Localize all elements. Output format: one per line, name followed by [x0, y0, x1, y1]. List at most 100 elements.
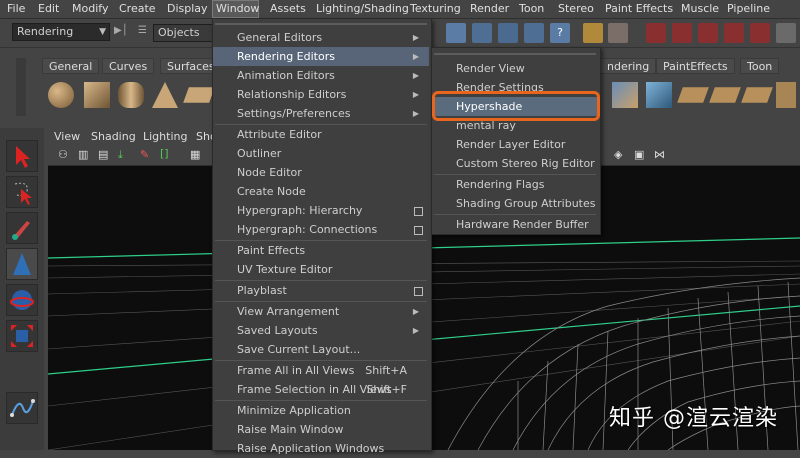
submenu-item-rendering-flags[interactable]: Rendering Flags: [432, 175, 598, 194]
menu-item-paint-effects[interactable]: Paint Effects: [213, 241, 429, 260]
panel-menu-view[interactable]: View: [54, 128, 80, 145]
panel-menu-lighting[interactable]: Lighting: [143, 128, 187, 145]
menu-item-label: Playblast: [237, 284, 287, 297]
snap-view-icon[interactable]: [524, 23, 544, 43]
menu-file[interactable]: File: [4, 0, 28, 18]
cube-icon[interactable]: [84, 82, 110, 108]
menu-item-playblast[interactable]: Playblast: [213, 281, 429, 300]
menu-item-label: Animation Editors: [237, 69, 335, 82]
menu-display[interactable]: Display: [164, 0, 211, 18]
menu-muscle[interactable]: Muscle: [678, 0, 722, 18]
menu-item-saved-layouts[interactable]: Saved Layouts ▶: [213, 321, 429, 340]
panel-menu-shading[interactable]: Shading: [91, 128, 136, 145]
magnet-icon[interactable]: [646, 23, 666, 43]
menu-item-hypergraph-hierarchy[interactable]: Hypergraph: Hierarchy: [213, 201, 429, 220]
magnet-point-icon[interactable]: [698, 23, 718, 43]
menu-item-animation-editors[interactable]: Animation Editors ▶: [213, 66, 429, 85]
shelf-tab-rendering[interactable]: ndering: [600, 58, 657, 74]
menu-item-frame-selection[interactable]: Frame Selection in All Views Shift+F: [213, 380, 429, 399]
menu-create[interactable]: Create: [116, 0, 159, 18]
magnet-live-icon[interactable]: [750, 23, 770, 43]
menu-modify[interactable]: Modify: [69, 0, 111, 18]
selection-dropdown[interactable]: Objects: [153, 24, 213, 42]
image-plane-icon[interactable]: ▤: [98, 148, 108, 161]
menu-texturing[interactable]: Texturing: [407, 0, 464, 18]
resolution-gate-icon[interactable]: []: [160, 147, 169, 160]
snap-point-icon[interactable]: [498, 23, 518, 43]
move-tool-icon[interactable]: [6, 248, 38, 280]
scale-tool-icon[interactable]: [6, 320, 38, 352]
menu-assets[interactable]: Assets: [267, 0, 309, 18]
submenu-item-hardware-render-buffer[interactable]: Hardware Render Buffer: [432, 215, 598, 234]
menu-stereo[interactable]: Stereo: [555, 0, 597, 18]
option-box-icon[interactable]: [414, 287, 423, 296]
shelf-tab-curves[interactable]: Curves: [102, 58, 155, 74]
collapse-icon[interactable]: ▶│: [114, 25, 128, 36]
lasso-tool-icon[interactable]: [6, 176, 38, 208]
xray-icon[interactable]: ▣: [634, 148, 644, 161]
material-icon[interactable]: [612, 82, 638, 108]
menu-edit[interactable]: Edit: [35, 0, 62, 18]
submenu-item-render-layer-editor[interactable]: Render Layer Editor: [432, 135, 598, 154]
menu-item-outliner[interactable]: Outliner: [213, 144, 429, 163]
menu-item-frame-all[interactable]: Frame All in All Views Shift+A: [213, 361, 429, 380]
menu-lighting-shading[interactable]: Lighting/Shading: [313, 0, 412, 18]
menu-tearoff[interactable]: [434, 53, 596, 55]
render-icon[interactable]: [776, 23, 796, 43]
history-icon[interactable]: [608, 23, 628, 43]
submenu-item-shading-group-attributes[interactable]: Shading Group Attributes: [432, 194, 598, 213]
camera-icon[interactable]: ⚇: [58, 148, 68, 161]
snap-grid-icon[interactable]: [446, 23, 466, 43]
shelf-tab-toon[interactable]: Toon: [740, 58, 780, 74]
magnet-surface-icon[interactable]: [724, 23, 744, 43]
option-box-icon[interactable]: [414, 207, 423, 216]
paint-select-tool-icon[interactable]: [6, 212, 38, 244]
submenu-item-custom-stereo-rig-editor[interactable]: Custom Stereo Rig Editor: [432, 154, 598, 173]
shading-mode-icon[interactable]: ◈: [614, 148, 622, 161]
selection-mode-icon[interactable]: ☰: [138, 25, 147, 36]
menu-item-node-editor[interactable]: Node Editor: [213, 163, 429, 182]
menu-item-relationship-editors[interactable]: Relationship Editors ▶: [213, 85, 429, 104]
menu-item-hypergraph-connections[interactable]: Hypergraph: Connections: [213, 220, 429, 239]
bookmark-icon[interactable]: ▥: [78, 148, 88, 161]
help-icon[interactable]: ?: [550, 23, 570, 43]
sphere-icon[interactable]: [48, 82, 74, 108]
menu-item-save-current-layout[interactable]: Save Current Layout...: [213, 340, 429, 359]
menu-item-rendering-editors[interactable]: Rendering Editors ▶: [213, 47, 429, 66]
magnet-curve-icon[interactable]: [672, 23, 692, 43]
shelf-handle[interactable]: [16, 58, 26, 116]
shelf-more-icon[interactable]: [776, 82, 796, 108]
share-icon[interactable]: ⋈: [654, 148, 665, 161]
mode-dropdown[interactable]: Rendering ▼: [12, 23, 110, 41]
menu-toon[interactable]: Toon: [516, 0, 547, 18]
menu-tearoff[interactable]: [215, 23, 427, 25]
menu-item-view-arrangement[interactable]: View Arrangement ▶: [213, 302, 429, 321]
lock-icon[interactable]: [583, 23, 603, 43]
cone-icon[interactable]: [152, 82, 178, 108]
shelf-tab-painteffects[interactable]: PaintEffects: [656, 58, 735, 74]
menu-pipeline-cache[interactable]: Pipeline Cache: [724, 0, 800, 33]
menu-window[interactable]: Window: [212, 0, 259, 18]
snap-curve-icon[interactable]: [472, 23, 492, 43]
shelf-tab-general[interactable]: General: [42, 58, 100, 74]
option-box-icon[interactable]: [414, 226, 423, 235]
menu-paint-effects[interactable]: Paint Effects: [602, 0, 676, 18]
grid-toggle-icon[interactable]: ▦: [190, 148, 200, 161]
menu-item-minimize-application[interactable]: Minimize Application: [213, 401, 429, 420]
menu-item-attribute-editor[interactable]: Attribute Editor: [213, 125, 429, 144]
menu-item-raise-application-windows[interactable]: Raise Application Windows: [213, 439, 429, 458]
film-gate-icon[interactable]: ✎: [140, 148, 149, 161]
menu-item-uv-texture-editor[interactable]: UV Texture Editor: [213, 260, 429, 279]
menu-item-general-editors[interactable]: General Editors ▶: [213, 28, 429, 47]
submenu-item-render-view[interactable]: Render View: [432, 59, 598, 78]
curve-tool-icon[interactable]: [6, 392, 38, 424]
select-tool-icon[interactable]: [6, 140, 38, 172]
menu-item-create-node[interactable]: Create Node: [213, 182, 429, 201]
shader-ball-icon[interactable]: [646, 82, 672, 108]
menu-item-raise-main-window[interactable]: Raise Main Window: [213, 420, 429, 439]
menu-render[interactable]: Render: [467, 0, 512, 18]
pin-icon[interactable]: ⤓: [118, 148, 123, 162]
rotate-tool-icon[interactable]: [6, 284, 38, 316]
menu-item-settings-preferences[interactable]: Settings/Preferences ▶: [213, 104, 429, 123]
cylinder-icon[interactable]: [118, 82, 144, 108]
